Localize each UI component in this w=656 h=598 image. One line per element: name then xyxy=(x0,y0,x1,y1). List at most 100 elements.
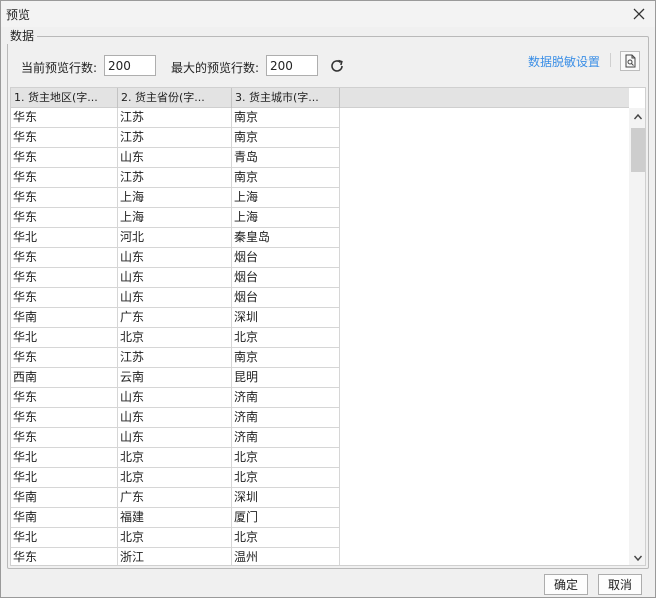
vertical-scrollbar[interactable] xyxy=(629,108,645,565)
table-row[interactable]: 西南 云南 昆明 xyxy=(11,368,340,388)
province-cell: 江苏 xyxy=(118,128,232,147)
region-cell: 华北 xyxy=(11,328,118,347)
chevron-up-icon xyxy=(633,113,642,119)
province-cell: 福建 xyxy=(118,508,232,527)
close-icon xyxy=(633,8,645,20)
city-cell: 北京 xyxy=(232,528,340,547)
region-cell: 华北 xyxy=(11,528,118,547)
table-row[interactable]: 华北 河北 秦皇岛 xyxy=(11,228,340,248)
document-search-icon xyxy=(625,54,635,68)
city-cell: 北京 xyxy=(232,468,340,487)
current-rows-input[interactable] xyxy=(104,55,156,76)
region-cell: 华东 xyxy=(11,348,118,367)
scroll-down-button[interactable] xyxy=(629,549,645,565)
city-cell: 烟台 xyxy=(232,248,340,267)
preview-dialog: 预览 数据 当前预览行数: 最大的预览行数: 数据脱敏设置 1. 货主地区(字.… xyxy=(0,0,656,598)
table-row[interactable]: 华东 山东 烟台 xyxy=(11,288,340,308)
preview-data-grid[interactable]: 1. 货主地区(字... 2. 货主省份(字... 3. 货主城市(字... 华… xyxy=(10,87,646,566)
table-row[interactable]: 华东 江苏 南京 xyxy=(11,108,340,128)
table-row[interactable]: 华北 北京 北京 xyxy=(11,468,340,488)
region-cell: 华东 xyxy=(11,388,118,407)
table-row[interactable]: 华南 广东 深圳 xyxy=(11,488,340,508)
province-cell: 上海 xyxy=(118,208,232,227)
ok-button[interactable]: 确定 xyxy=(544,574,588,595)
region-cell: 华北 xyxy=(11,448,118,467)
province-cell: 山东 xyxy=(118,148,232,167)
province-cell: 江苏 xyxy=(118,168,232,187)
province-cell: 北京 xyxy=(118,468,232,487)
table-row[interactable]: 华东 山东 青岛 xyxy=(11,148,340,168)
region-cell: 华东 xyxy=(11,168,118,187)
table-row[interactable]: 华东 上海 上海 xyxy=(11,188,340,208)
province-cell: 云南 xyxy=(118,368,232,387)
current-rows-label: 当前预览行数: xyxy=(21,61,98,75)
table-row[interactable]: 华北 北京 北京 xyxy=(11,448,340,468)
region-cell: 华南 xyxy=(11,508,118,527)
region-cell: 西南 xyxy=(11,368,118,387)
province-cell: 山东 xyxy=(118,408,232,427)
region-cell: 华东 xyxy=(11,188,118,207)
table-row[interactable]: 华东 浙江 温州 xyxy=(11,548,340,565)
region-cell: 华南 xyxy=(11,308,118,327)
scroll-up-button[interactable] xyxy=(629,108,645,125)
toolbar-divider xyxy=(610,53,611,67)
city-cell: 南京 xyxy=(232,168,340,187)
region-cell: 华东 xyxy=(11,208,118,227)
region-cell: 华东 xyxy=(11,268,118,287)
table-row[interactable]: 华东 江苏 南京 xyxy=(11,128,340,148)
table-row[interactable]: 华东 山东 烟台 xyxy=(11,268,340,288)
table-row[interactable]: 华东 江苏 南京 xyxy=(11,348,340,368)
preview-settings-button[interactable] xyxy=(620,51,640,71)
city-cell: 青岛 xyxy=(232,148,340,167)
table-row[interactable]: 华南 福建 厦门 xyxy=(11,508,340,528)
max-rows-input[interactable] xyxy=(266,55,318,76)
column-header-province[interactable]: 2. 货主省份(字... xyxy=(118,88,232,108)
region-cell: 华东 xyxy=(11,148,118,167)
column-header-city[interactable]: 3. 货主城市(字... xyxy=(232,88,340,108)
table-row[interactable]: 华东 山东 济南 xyxy=(11,408,340,428)
region-cell: 华北 xyxy=(11,468,118,487)
province-cell: 山东 xyxy=(118,288,232,307)
city-cell: 昆明 xyxy=(232,368,340,387)
scroll-thumb[interactable] xyxy=(631,128,645,172)
column-header-region[interactable]: 1. 货主地区(字... xyxy=(11,88,118,108)
region-cell: 华东 xyxy=(11,408,118,427)
city-cell: 南京 xyxy=(232,108,340,127)
refresh-button[interactable] xyxy=(327,56,347,76)
region-cell: 华东 xyxy=(11,108,118,127)
table-row[interactable]: 华北 北京 北京 xyxy=(11,328,340,348)
grid-body: 华东 江苏 南京 华东 江苏 南京 华东 山东 青岛 华东 江苏 南京 华东 上海 上海 华东 上海 上海 华北 河北… xyxy=(11,108,340,565)
province-cell: 广东 xyxy=(118,488,232,507)
city-cell: 深圳 xyxy=(232,488,340,507)
table-row[interactable]: 华南 广东 深圳 xyxy=(11,308,340,328)
grid-header: 1. 货主地区(字... 2. 货主省份(字... 3. 货主城市(字... xyxy=(11,88,629,108)
province-cell: 江苏 xyxy=(118,108,232,127)
chevron-down-icon xyxy=(633,555,642,561)
region-cell: 华东 xyxy=(11,288,118,307)
province-cell: 浙江 xyxy=(118,548,232,565)
refresh-icon xyxy=(331,59,343,72)
max-rows-label: 最大的预览行数: xyxy=(171,61,260,75)
table-row[interactable]: 华东 江苏 南京 xyxy=(11,168,340,188)
city-cell: 南京 xyxy=(232,128,340,147)
city-cell: 济南 xyxy=(232,388,340,407)
close-button[interactable] xyxy=(629,4,649,24)
table-row[interactable]: 华东 山东 烟台 xyxy=(11,248,340,268)
desensitize-settings-link[interactable]: 数据脱敏设置 xyxy=(528,53,600,70)
cancel-button[interactable]: 取消 xyxy=(598,574,642,595)
region-cell: 华东 xyxy=(11,248,118,267)
city-cell: 北京 xyxy=(232,448,340,467)
province-cell: 山东 xyxy=(118,248,232,267)
city-cell: 深圳 xyxy=(232,308,340,327)
table-row[interactable]: 华东 山东 济南 xyxy=(11,428,340,448)
region-cell: 华东 xyxy=(11,128,118,147)
table-row[interactable]: 华北 北京 北京 xyxy=(11,528,340,548)
province-cell: 广东 xyxy=(118,308,232,327)
city-cell: 上海 xyxy=(232,188,340,207)
table-row[interactable]: 华东 上海 上海 xyxy=(11,208,340,228)
data-group-legend: 数据 xyxy=(7,27,38,44)
region-cell: 华南 xyxy=(11,488,118,507)
province-cell: 北京 xyxy=(118,448,232,467)
table-row[interactable]: 华东 山东 济南 xyxy=(11,388,340,408)
title-bar: 预览 xyxy=(1,1,655,27)
